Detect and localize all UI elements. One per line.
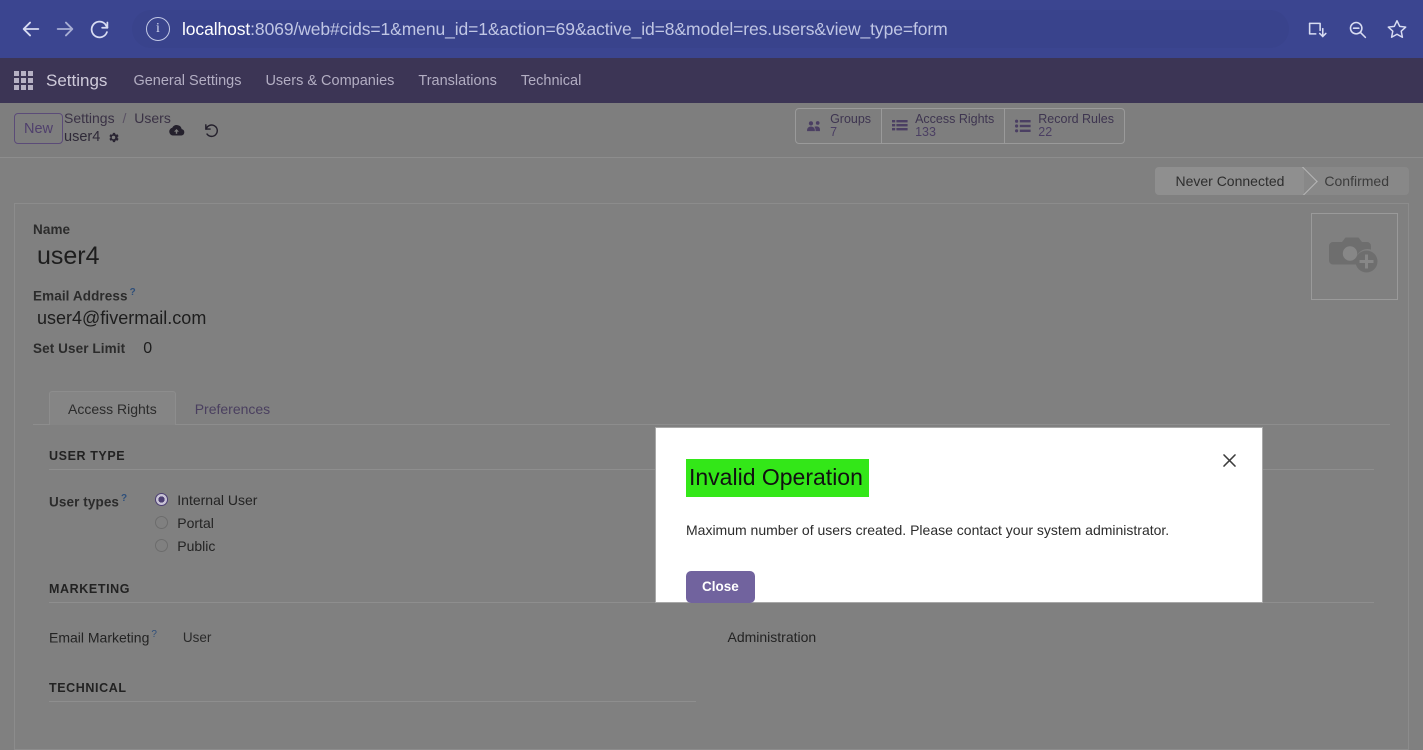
close-button[interactable]: Close — [686, 571, 755, 603]
close-x-icon[interactable] — [1218, 449, 1240, 471]
dialog-message: Maximum number of users created. Please … — [686, 522, 1170, 538]
modal-backdrop[interactable] — [0, 0, 1423, 750]
invalid-operation-dialog: Invalid Operation Maximum number of user… — [655, 427, 1263, 603]
dialog-title: Invalid Operation — [686, 459, 869, 497]
